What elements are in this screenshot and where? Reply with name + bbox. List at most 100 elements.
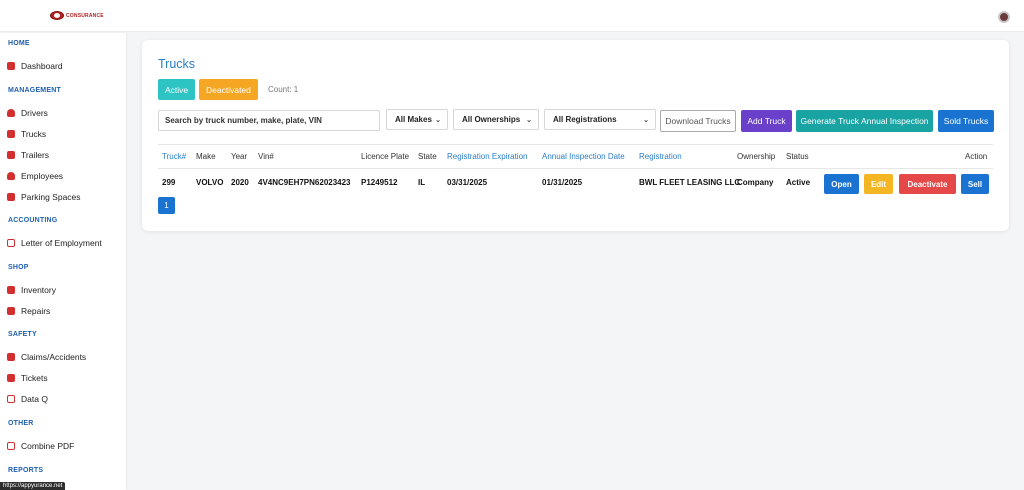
sidebar-item-trailers[interactable]: Trailers: [7, 148, 49, 162]
sidebar-item-employees[interactable]: Employees: [7, 169, 63, 183]
sidebar-item-combine-pdf[interactable]: Combine PDF: [7, 439, 74, 453]
sidebar-item-claims-accidents[interactable]: Claims/Accidents: [7, 350, 86, 364]
sidebar-section-other: OTHER: [8, 420, 34, 427]
download-trucks-button[interactable]: Download Trucks: [660, 110, 736, 132]
sidebar-item-label: Drivers: [21, 108, 48, 118]
deactivated-filter-button[interactable]: Deactivated: [199, 79, 258, 100]
sidebar-item-label: Claims/Accidents: [21, 352, 87, 362]
sidebar-item-label: Parking Spaces: [21, 192, 81, 202]
sidebar-item-label: Data Q: [21, 394, 48, 404]
driver-icon: [7, 109, 15, 117]
cell-state: IL: [418, 178, 426, 187]
sidebar-section-accounting: ACCOUNTING: [8, 217, 58, 224]
inventory-icon: [7, 286, 15, 294]
sidebar-item-label: Tickets: [21, 373, 48, 383]
sidebar-item-dashboard[interactable]: Dashboard: [7, 59, 63, 73]
registrations-select-value: All Registrations: [553, 115, 617, 124]
sidebar-item-inventory[interactable]: Inventory: [7, 283, 56, 297]
ticket-icon: [7, 374, 15, 382]
chevron-down-icon: ⌄: [526, 116, 532, 124]
cell-vin: 4V4NC9EH7PN62023423: [258, 178, 351, 187]
cell-registration: BWL FLEET LEASING LLC: [639, 178, 741, 187]
cell-truck: 299: [162, 178, 176, 187]
parking-icon: [7, 193, 15, 201]
edit-truck-button[interactable]: Edit: [864, 174, 893, 194]
sidebar-item-data-q[interactable]: Data Q: [7, 392, 48, 406]
col-header-make: Make: [196, 152, 216, 161]
sidebar-item-label: Repairs: [21, 306, 51, 316]
sidebar-item-label: Employees: [21, 171, 64, 181]
col-header-plate: Licence Plate: [361, 152, 410, 161]
logo-text: CONSURANCE: [66, 12, 104, 19]
deactivate-truck-button[interactable]: Deactivate: [899, 174, 956, 194]
document-icon: [7, 239, 15, 247]
trailer-icon: [7, 151, 15, 159]
col-header-ownership: Ownership: [737, 152, 776, 161]
col-header-annual-inspection[interactable]: Annual Inspection Date: [542, 152, 625, 161]
accident-icon: [7, 353, 15, 361]
active-filter-button[interactable]: Active: [158, 79, 196, 100]
truck-icon: [7, 130, 15, 138]
sidebar-section-shop: SHOP: [8, 264, 29, 271]
dashboard-icon: [7, 62, 15, 70]
wrench-icon: [7, 307, 15, 315]
cell-registration-expiration: 03/31/2025: [447, 178, 488, 187]
cell-plate: P1249512: [361, 178, 398, 187]
registrations-select[interactable]: All Registrations ⌄: [544, 109, 656, 130]
logo-icon: [50, 11, 64, 20]
pagination-page-1[interactable]: 1: [158, 197, 175, 214]
sidebar-item-label: Dashboard: [21, 61, 63, 71]
cell-ownership: Company: [737, 178, 774, 187]
generate-inspection-button[interactable]: Generate Truck Annual Inspection: [796, 110, 933, 132]
add-truck-button[interactable]: Add Truck: [741, 110, 792, 132]
sidebar-item-tickets[interactable]: Tickets: [7, 371, 48, 385]
sidebar-item-label: Trucks: [21, 129, 47, 139]
user-avatar-icon[interactable]: [998, 11, 1010, 23]
col-header-registration-expiration[interactable]: Registration Expiration: [447, 152, 527, 161]
sidebar-item-label: Letter of Employment: [21, 238, 102, 248]
status-url-tooltip: https://appyurance.net: [0, 482, 66, 490]
sidebar-item-trucks[interactable]: Trucks: [7, 127, 46, 141]
search-input[interactable]: [158, 110, 380, 131]
col-header-registration[interactable]: Registration: [639, 152, 682, 161]
col-header-year: Year: [231, 152, 248, 161]
top-bar: CONSURANCE: [0, 0, 1024, 32]
sidebar: HOME Dashboard MANAGEMENT Drivers Trucks…: [0, 33, 126, 490]
col-header-action: Action: [965, 152, 988, 161]
cell-make: VOLVO: [196, 178, 224, 187]
sold-trucks-button[interactable]: Sold Trucks: [938, 110, 994, 132]
cell-annual-inspection: 01/31/2025: [542, 178, 583, 187]
sidebar-item-repairs[interactable]: Repairs: [7, 304, 50, 318]
app-logo[interactable]: CONSURANCE: [50, 11, 104, 20]
truck-count: Count: 1: [268, 85, 299, 94]
cell-status: Active: [786, 178, 811, 187]
pdf-icon: [7, 442, 15, 450]
open-truck-button[interactable]: Open: [824, 174, 859, 194]
sidebar-section-management: MANAGEMENT: [8, 87, 61, 94]
sidebar-section-safety: SAFETY: [8, 331, 37, 338]
sidebar-item-label: Inventory: [21, 285, 56, 295]
table-header-divider: [158, 168, 993, 169]
col-header-truck[interactable]: Truck#: [162, 152, 186, 161]
col-header-status: Status: [786, 152, 809, 161]
trucks-card: Trucks Active Deactivated Count: 1 All M…: [142, 40, 1009, 231]
makes-select-value: All Makes: [395, 115, 432, 124]
sell-truck-button[interactable]: Sell: [961, 174, 989, 194]
chevron-down-icon: ⌄: [435, 116, 441, 124]
sidebar-section-home: HOME: [8, 40, 30, 47]
document-icon: [7, 395, 15, 403]
makes-select[interactable]: All Makes ⌄: [386, 109, 448, 130]
page-title: Trucks: [158, 57, 196, 71]
table-top-divider: [158, 144, 993, 145]
col-header-state: State: [418, 152, 437, 161]
chevron-down-icon: ⌄: [643, 116, 649, 124]
col-header-vin: Vin#: [258, 152, 274, 161]
sidebar-item-drivers[interactable]: Drivers: [7, 106, 48, 120]
employees-icon: [7, 172, 15, 180]
sidebar-item-parking-spaces[interactable]: Parking Spaces: [7, 190, 81, 204]
sidebar-section-reports: REPORTS: [8, 467, 44, 474]
ownerships-select[interactable]: All Ownerships ⌄: [453, 109, 539, 130]
cell-year: 2020: [231, 178, 249, 187]
sidebar-item-label: Combine PDF: [21, 441, 75, 451]
sidebar-item-letter-of-employment[interactable]: Letter of Employment: [7, 236, 102, 250]
